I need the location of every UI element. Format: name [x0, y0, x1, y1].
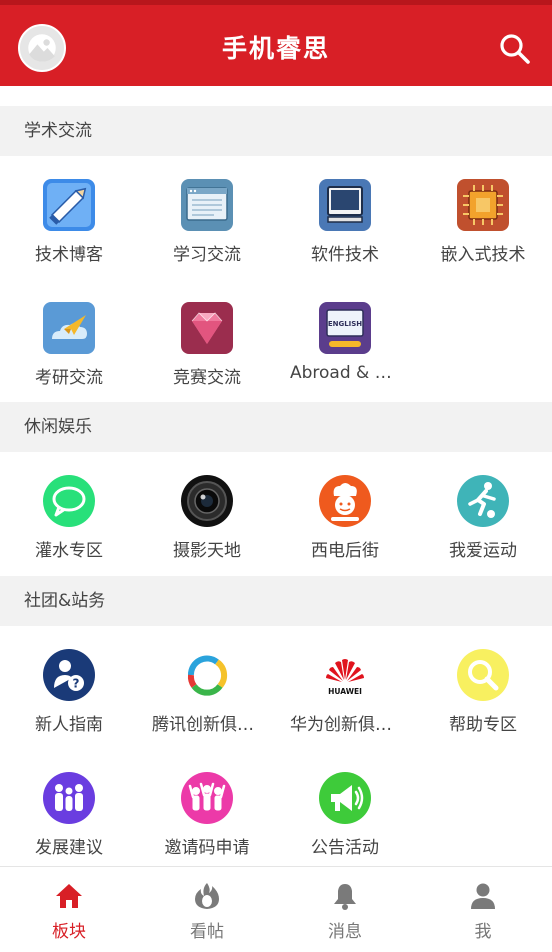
huawei-logo-icon: HUAWEI	[318, 648, 372, 702]
board-label: 腾讯创新俱乐部	[152, 715, 262, 735]
board-photography[interactable]: 摄影天地	[138, 452, 276, 576]
board-label: 软件技术	[311, 245, 379, 265]
tab-messages[interactable]: 消息	[276, 867, 414, 952]
board-label: 邀请码申请	[164, 838, 250, 858]
section-header-clubs: 社团&站务	[0, 576, 552, 626]
tab-posts[interactable]: 看帖	[138, 867, 276, 952]
tab-boards[interactable]: 板块	[0, 867, 138, 952]
board-label: 嵌入式技术	[440, 245, 526, 265]
board-label: Abroad & Exchange	[290, 363, 400, 383]
forum-board-list[interactable]: 学术交流 技术博客 学习交流 软件技术 嵌入式技术 考研交流 竞赛交流 ENGL…	[0, 86, 552, 866]
tab-label: 看帖	[190, 922, 224, 942]
board-development-suggestion[interactable]: 发展建议	[0, 749, 138, 866]
tab-label: 我	[474, 922, 492, 942]
board-label: 学习交流	[173, 245, 241, 265]
board-label: 西电后街	[311, 541, 379, 561]
board-competition[interactable]: 竞赛交流	[138, 279, 276, 402]
pencil-icon	[43, 179, 95, 231]
tab-label: 消息	[328, 922, 362, 942]
search-icon[interactable]	[498, 32, 532, 66]
section-grid-clubs: ? 新人指南 腾讯创新俱乐部 HUAWEI 华为创新俱乐部 帮助专区 发展建议 …	[0, 626, 552, 866]
board-label: 灌水专区	[35, 541, 103, 561]
board-label: 发展建议	[35, 838, 103, 858]
chef-icon	[319, 475, 371, 527]
tencent-logo-icon	[181, 649, 233, 701]
board-label: 竞赛交流	[173, 368, 241, 388]
user-help-icon: ?	[43, 649, 95, 701]
board-newcomer-guide[interactable]: ? 新人指南	[0, 626, 138, 749]
board-tencent-club[interactable]: 腾讯创新俱乐部	[138, 626, 276, 749]
board-label: 帮助专区	[449, 715, 517, 735]
board-huawei-club[interactable]: HUAWEI 华为创新俱乐部	[276, 626, 414, 749]
board-embedded-tech[interactable]: 嵌入式技术	[414, 156, 552, 279]
people-group-icon	[43, 772, 95, 824]
board-label: 公告活动	[311, 838, 379, 858]
board-postgrad-exam[interactable]: 考研交流	[0, 279, 138, 402]
board-software-tech[interactable]: 软件技术	[276, 156, 414, 279]
board-back-street[interactable]: 西电后街	[276, 452, 414, 576]
monitor-icon	[319, 179, 371, 231]
english-board-icon: ENGLISH	[319, 302, 371, 354]
top-app-bar: 手机睿思	[0, 0, 552, 86]
tab-me[interactable]: 我	[414, 867, 552, 952]
board-sports[interactable]: 我爱运动	[414, 452, 552, 576]
people-cheer-icon	[181, 772, 233, 824]
section-header-academic: 学术交流	[0, 106, 552, 156]
home-icon	[56, 884, 82, 908]
chat-bubble-icon	[43, 475, 95, 527]
svg-text:HUAWEI: HUAWEI	[328, 687, 362, 696]
section-grid-leisure: 灌水专区 摄影天地 西电后街 我爱运动	[0, 452, 552, 576]
board-announcements[interactable]: 公告活动	[276, 749, 414, 866]
camera-lens-icon	[181, 475, 233, 527]
svg-text:?: ?	[73, 677, 80, 691]
section-grid-academic: 技术博客 学习交流 软件技术 嵌入式技术 考研交流 竞赛交流 ENGLISH A…	[0, 156, 552, 402]
bell-icon	[334, 884, 356, 910]
spacer	[0, 86, 552, 106]
bottom-navigation: 板块 看帖 消息 我	[0, 866, 552, 952]
board-label: 我爱运动	[449, 541, 517, 561]
board-label: 华为创新俱乐部	[290, 715, 400, 735]
board-label: 技术博客	[35, 245, 103, 265]
magnifier-help-icon	[457, 649, 509, 701]
board-help-zone[interactable]: 帮助专区	[414, 626, 552, 749]
board-label: 摄影天地	[173, 541, 241, 561]
board-label: 考研交流	[35, 368, 103, 388]
board-label: 新人指南	[35, 715, 103, 735]
board-abroad-exchange[interactable]: ENGLISH Abroad & Exchange	[276, 279, 414, 402]
megaphone-icon	[319, 772, 371, 824]
board-tech-blog[interactable]: 技术博客	[0, 156, 138, 279]
tab-label: 板块	[52, 922, 86, 942]
svg-text:ENGLISH: ENGLISH	[328, 320, 362, 328]
paper-plane-cloud-icon	[43, 302, 95, 354]
app-title: 手机睿思	[221, 34, 330, 63]
board-invite-code[interactable]: 邀请码申请	[138, 749, 276, 866]
soccer-player-icon	[457, 475, 509, 527]
board-chat-zone[interactable]: 灌水专区	[0, 452, 138, 576]
browser-window-icon	[181, 179, 233, 231]
board-study-exchange[interactable]: 学习交流	[138, 156, 276, 279]
chip-icon	[457, 179, 509, 231]
person-icon	[471, 883, 495, 909]
diamond-icon	[181, 302, 233, 354]
section-header-leisure: 休闲娱乐	[0, 402, 552, 452]
flame-icon	[195, 883, 219, 909]
